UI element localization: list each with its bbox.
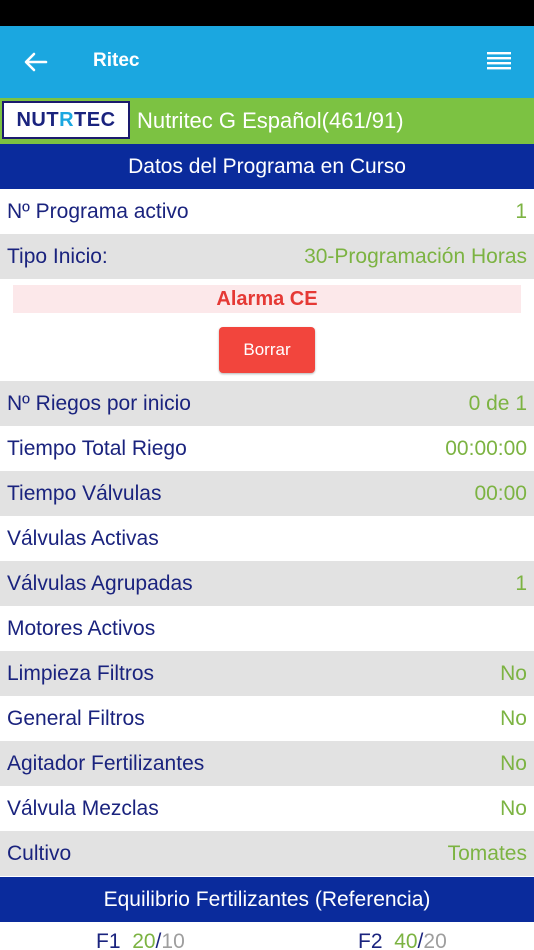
row-cultivo: Cultivo Tomates xyxy=(0,831,534,876)
row-label: Tiempo Válvulas xyxy=(7,481,162,505)
row-label: Motores Activos xyxy=(7,616,156,640)
device-name: Nutritec G Español(461/91) xyxy=(137,108,404,133)
row-value: 1 xyxy=(515,571,527,595)
row-value: No xyxy=(500,796,527,820)
hamburger-menu-icon xyxy=(487,52,511,70)
row-label: Agitador Fertilizantes xyxy=(7,751,205,775)
row-programa-activo: Nº Programa activo 1 xyxy=(0,189,534,234)
row-value: 30-Programación Horas xyxy=(304,244,527,268)
menu-button[interactable] xyxy=(486,50,516,74)
fertilizer-f1: F1 20/10 xyxy=(96,930,185,950)
row-agitador-fertilizantes: Agitador Fertilizantes No xyxy=(0,741,534,786)
row-tiempo-valvulas: Tiempo Válvulas 00:00 xyxy=(0,471,534,516)
row-label: Limpieza Filtros xyxy=(7,661,155,685)
row-label: Tipo Inicio: xyxy=(7,244,108,268)
row-value: No xyxy=(500,661,527,685)
row-value: 0 de 1 xyxy=(468,391,527,415)
program-section-header: Datos del Programa en Curso xyxy=(0,144,534,189)
row-label: Válvula Mezclas xyxy=(7,796,159,820)
row-label: General Filtros xyxy=(7,706,145,730)
row-label: Cultivo xyxy=(7,841,72,865)
fert-section-header: Equilibrio Fertilizantes (Referencia) xyxy=(0,877,534,922)
status-bar xyxy=(0,0,534,26)
device-bar: NUT R TEC Nutritec G Español(461/91) xyxy=(0,98,534,144)
row-value: 00:00:00 xyxy=(445,436,527,460)
row-motores-activos: Motores Activos xyxy=(0,606,534,651)
nutritec-logo: NUT R TEC xyxy=(2,101,130,139)
row-valvula-mezclas: Válvula Mezclas No xyxy=(0,786,534,831)
row-tipo-inicio: Tipo Inicio: 30-Programación Horas xyxy=(0,234,534,279)
row-limpieza-filtros: Limpieza Filtros No xyxy=(0,651,534,696)
fertilizer-balance: F1 20/10 F2 40/20 xyxy=(0,922,534,950)
row-general-filtros: General Filtros No xyxy=(0,696,534,741)
row-valvulas-activas: Válvulas Activas xyxy=(0,516,534,561)
app-bar: Ritec xyxy=(0,26,534,98)
row-label: Nº Riegos por inicio xyxy=(7,391,191,415)
back-button[interactable] xyxy=(20,48,52,76)
row-tiempo-total-riego: Tiempo Total Riego 00:00:00 xyxy=(0,426,534,471)
row-label: Tiempo Total Riego xyxy=(7,436,187,460)
row-riegos-inicio: Nº Riegos por inicio 0 de 1 xyxy=(0,381,534,426)
row-label: Nº Programa activo xyxy=(7,199,189,223)
app-title: Ritec xyxy=(93,50,140,71)
alarm-message: Alarma CE xyxy=(13,285,521,313)
row-value: Tomates xyxy=(447,841,527,865)
row-value: 00:00 xyxy=(474,481,527,505)
fertilizer-f2: F2 40/20 xyxy=(358,930,447,950)
row-value: No xyxy=(500,751,527,775)
row-label: Válvulas Agrupadas xyxy=(7,571,193,595)
row-value: No xyxy=(500,706,527,730)
arrow-left-icon xyxy=(24,52,48,72)
row-label: Válvulas Activas xyxy=(7,526,159,550)
row-value: 1 xyxy=(515,199,527,223)
row-valvulas-agrupadas: Válvulas Agrupadas 1 xyxy=(0,561,534,606)
borrar-button[interactable]: Borrar xyxy=(219,327,315,373)
